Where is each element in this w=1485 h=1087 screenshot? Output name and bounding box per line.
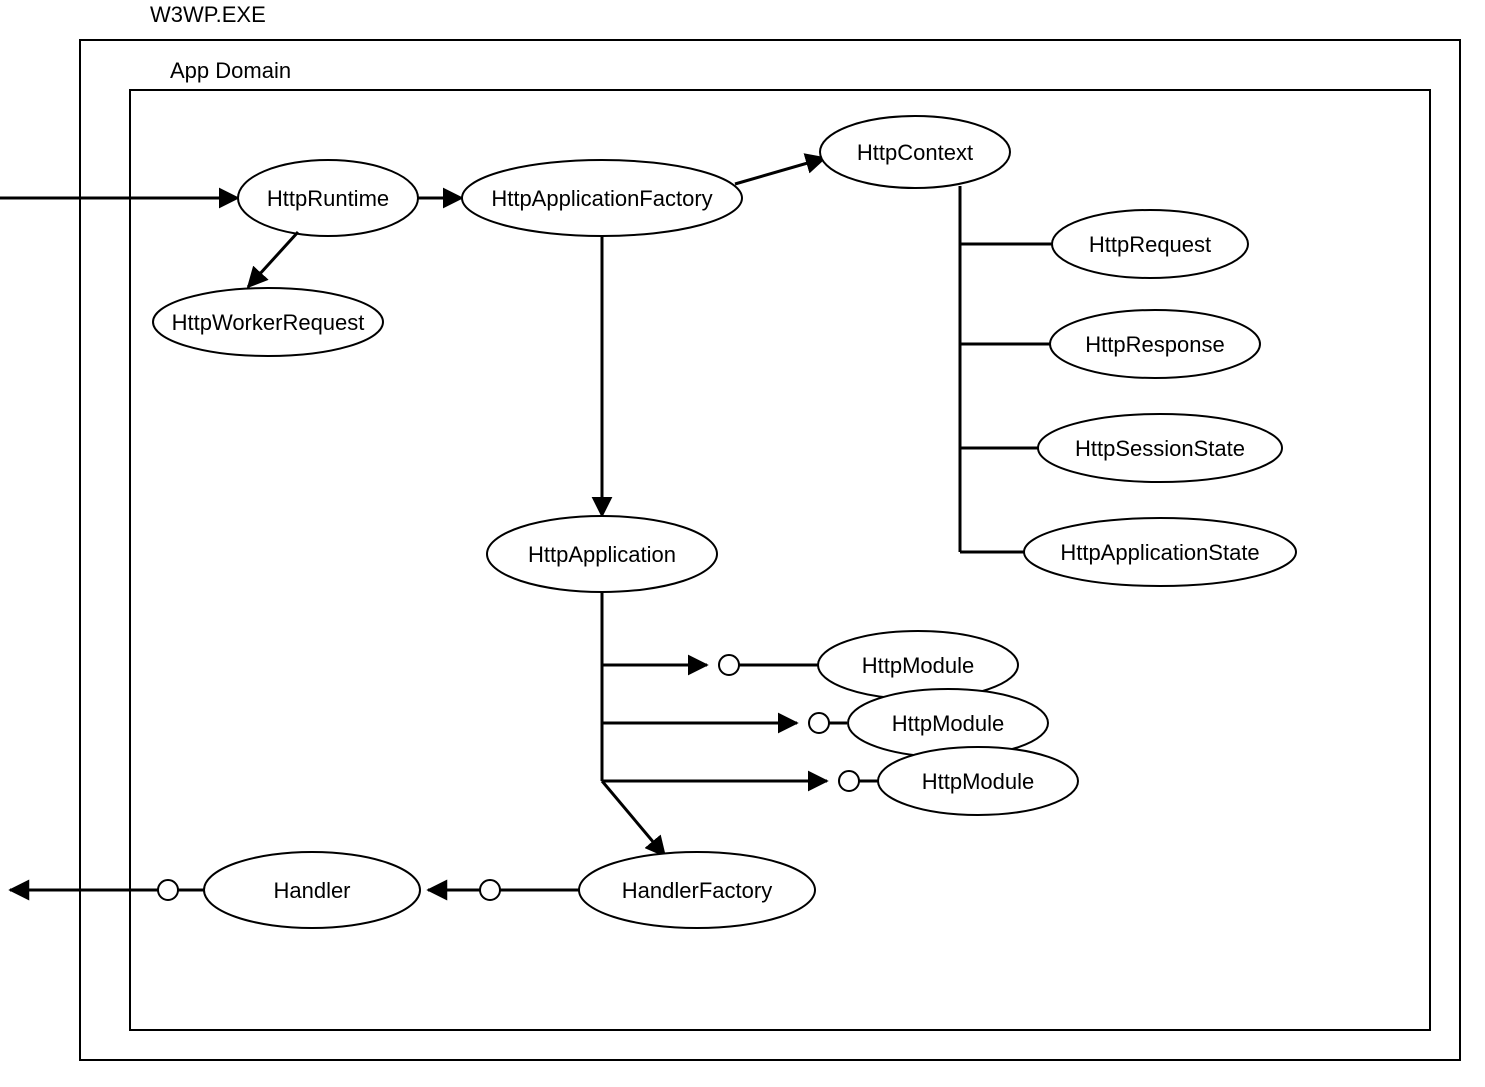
application-tree [602, 592, 878, 856]
label-httpruntime: HttpRuntime [267, 186, 389, 211]
label-httprequest: HttpRequest [1089, 232, 1211, 257]
node-handlerfactory: HandlerFactory [579, 852, 815, 928]
label-httpapplication: HttpApplication [528, 542, 676, 567]
label-handlerfactory: HandlerFactory [622, 878, 772, 903]
node-httpapplicationstate: HttpApplicationState [1024, 518, 1296, 586]
label-httpapplicationfactory: HttpApplicationFactory [491, 186, 712, 211]
node-httpmodule-2: HttpModule [848, 689, 1048, 757]
edge-handler-out [10, 880, 204, 900]
port-handler [480, 880, 500, 900]
label-httpapplicationstate: HttpApplicationState [1060, 540, 1259, 565]
label-httpmodule-3: HttpModule [922, 769, 1035, 794]
context-children-tree [960, 186, 1053, 552]
node-httpapplicationfactory: HttpApplicationFactory [462, 160, 742, 236]
edge-application-handlerfactory [602, 781, 665, 856]
node-httpsessionstate: HttpSessionState [1038, 414, 1282, 482]
node-httpmodule-3: HttpModule [878, 747, 1078, 815]
node-httpresponse: HttpResponse [1050, 310, 1260, 378]
port-out [158, 880, 178, 900]
port-module-2 [809, 713, 829, 733]
label-httpmodule-1: HttpModule [862, 653, 975, 678]
label-httpworkerrequest: HttpWorkerRequest [172, 310, 365, 335]
node-httpworkerrequest: HttpWorkerRequest [153, 288, 383, 356]
port-module-1 [719, 655, 739, 675]
node-httpruntime: HttpRuntime [238, 160, 418, 236]
label-httpmodule-2: HttpModule [892, 711, 1005, 736]
edge-runtime-worker [248, 232, 298, 287]
edge-factory-context [735, 158, 825, 184]
label-httpcontext: HttpContext [857, 140, 973, 165]
node-httpmodule-1: HttpModule [818, 631, 1018, 699]
edge-handlerfactory-handler [428, 880, 579, 900]
label-httpresponse: HttpResponse [1085, 332, 1224, 357]
node-httpcontext: HttpContext [820, 116, 1010, 188]
node-httpapplication: HttpApplication [487, 516, 717, 592]
node-handler: Handler [204, 852, 420, 928]
node-httprequest: HttpRequest [1052, 210, 1248, 278]
label-httpsessionstate: HttpSessionState [1075, 436, 1245, 461]
inner-title: App Domain [170, 58, 291, 83]
outer-title: W3WP.EXE [150, 2, 266, 27]
port-module-3 [839, 771, 859, 791]
label-handler: Handler [273, 878, 350, 903]
